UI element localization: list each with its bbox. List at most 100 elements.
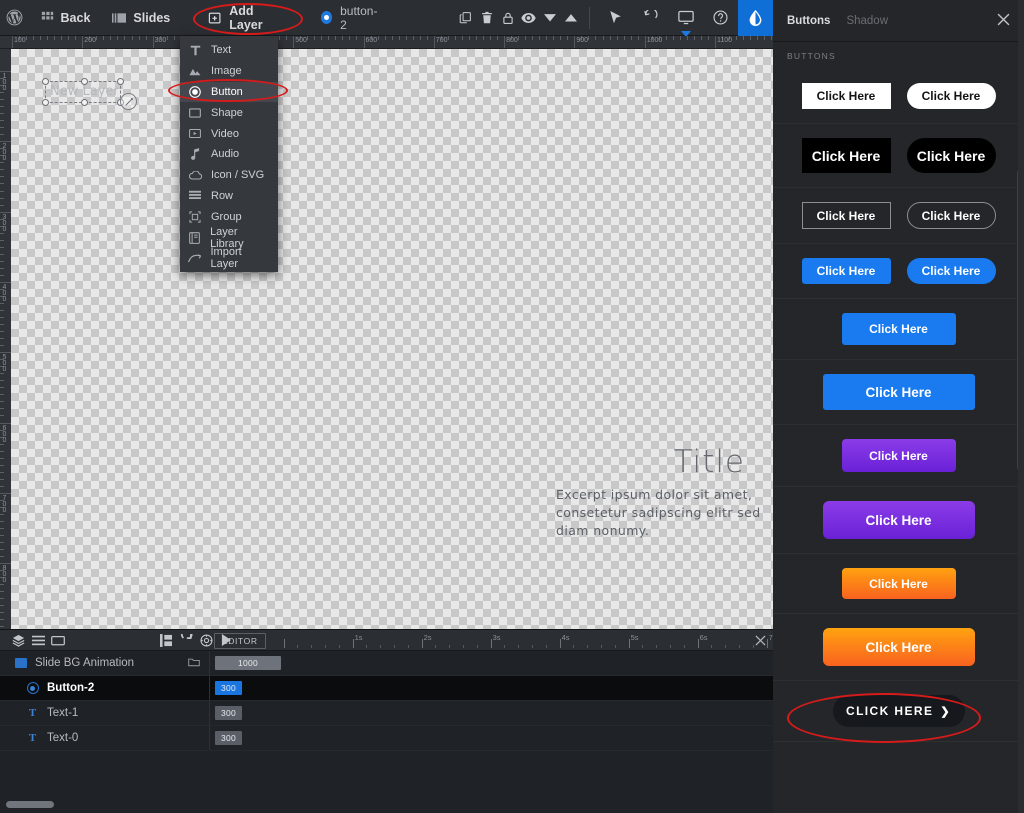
stage-excerpt-text[interactable]: Excerpt ipsum dolor sit amet, consetetur…	[556, 486, 771, 540]
current-layer-chip[interactable]: button-2	[309, 0, 391, 36]
menu-item-video[interactable]: Video	[180, 123, 278, 144]
chevron-down-icon[interactable]	[539, 0, 560, 36]
rotate-handle[interactable]	[120, 93, 137, 110]
timeline-layer-row[interactable]: Button-2 300	[0, 676, 773, 701]
ruler-tick	[0, 317, 4, 319]
cursor-icon[interactable]	[598, 0, 633, 36]
selected-layer-box[interactable]: New Layer	[42, 78, 137, 110]
duplicate-icon[interactable]	[455, 0, 476, 36]
timeline-layer-row[interactable]: Slide BG Animation 1000	[0, 651, 773, 676]
menu-item-import-layer[interactable]: Import Layer	[180, 246, 278, 270]
timeline-layer-row[interactable]: T Text-1 300	[0, 701, 773, 726]
timeline-duration-bar[interactable]: 300	[215, 731, 242, 745]
menu-item-icon-svg[interactable]: Icon / SVG	[180, 165, 278, 186]
layer-name-cell[interactable]: Slide BG Animation	[0, 651, 210, 675]
button-preset[interactable]: Click Here	[822, 628, 975, 666]
canvas-area[interactable]: Title Excerpt ipsum dolor sit amet, cons…	[11, 49, 773, 629]
menu-item-image[interactable]: Image	[180, 61, 278, 82]
layer-name-cell[interactable]: Button-2	[0, 676, 210, 700]
layer-name-cell[interactable]: T Text-1	[0, 701, 210, 725]
folder-icon[interactable]	[48, 630, 68, 651]
grid-icon	[41, 11, 54, 24]
add-layer-button[interactable]: Add Layer	[197, 0, 286, 36]
button-preset[interactable]: Click Here	[841, 439, 956, 472]
folder-icon[interactable]	[188, 657, 200, 670]
ruler-tick	[173, 36, 175, 40]
button-preset[interactable]: Click Here	[801, 138, 891, 173]
menu-item-layer-library[interactable]: Layer Library	[180, 226, 278, 250]
slides-button[interactable]: Slides	[101, 0, 181, 36]
eye-icon[interactable]	[518, 0, 539, 36]
resize-handle-bc[interactable]	[80, 99, 88, 106]
timeline-scale[interactable]: 1s2s3s4s5s6s7s	[274, 630, 782, 651]
menu-item-text[interactable]: Text	[180, 40, 278, 61]
ruler-tick	[419, 36, 421, 40]
back-button[interactable]: Back	[30, 0, 102, 36]
list-icon[interactable]	[28, 630, 48, 651]
button-preset[interactable]: Click Here	[906, 258, 996, 284]
ruler-tick	[700, 36, 702, 40]
filmstrip-icon[interactable]	[156, 630, 176, 651]
menu-item-button[interactable]: Button	[180, 81, 278, 103]
undo-icon[interactable]	[633, 0, 668, 36]
timeline-track[interactable]: 300	[210, 676, 773, 700]
menu-item-row[interactable]: Row	[180, 186, 278, 207]
button-preset[interactable]: Click Here	[822, 501, 975, 539]
button-preset[interactable]: Click Here	[906, 138, 996, 173]
resize-handle-tl[interactable]	[42, 78, 49, 85]
help-icon[interactable]	[703, 0, 738, 36]
ruler-tick	[0, 281, 11, 283]
button-preset[interactable]: Click Here	[801, 202, 891, 229]
menu-item-audio[interactable]: Audio	[180, 144, 278, 165]
ruler-tick	[96, 36, 98, 40]
button-preset[interactable]: Click Here	[906, 202, 996, 229]
lock-icon[interactable]	[497, 0, 518, 36]
trash-icon[interactable]	[476, 0, 497, 36]
canvas-stage[interactable]: Title Excerpt ipsum dolor sit amet, cons…	[11, 49, 773, 629]
close-icon[interactable]	[997, 13, 1010, 29]
button-preset[interactable]: CLICK HERE ❯	[832, 695, 965, 727]
ruler-tick	[321, 36, 323, 40]
add-layer-dropdown[interactable]: Text Image Button Shape Video Audio Icon / SVG…	[180, 36, 278, 272]
button-preset[interactable]: Click Here	[841, 313, 956, 345]
close-icon[interactable]	[753, 633, 767, 647]
layers-icon[interactable]	[8, 630, 28, 651]
menu-item-group[interactable]: Group	[180, 206, 278, 227]
ruler-tick	[0, 450, 4, 452]
stage-title-text[interactable]: Title	[674, 444, 745, 480]
tab-shadow[interactable]: Shadow	[846, 15, 888, 27]
button-preset[interactable]: Click Here	[822, 374, 975, 410]
timeline-layer-row[interactable]: T Text-0 300	[0, 726, 773, 751]
resize-handle-tc[interactable]	[80, 78, 88, 85]
button-preset[interactable]: Click Here	[801, 258, 891, 284]
timeline-track[interactable]: 1000	[210, 651, 773, 675]
preview-icon[interactable]	[668, 0, 703, 36]
button-preset[interactable]: Click Here	[841, 568, 956, 599]
loop-icon[interactable]	[176, 630, 196, 651]
ruler-label: 200	[84, 37, 96, 44]
layer-name-cell[interactable]: T Text-0	[0, 726, 210, 750]
tab-buttons[interactable]: Buttons	[787, 15, 830, 27]
menu-item-shape[interactable]: Shape	[180, 102, 278, 123]
button-preset[interactable]: Click Here	[801, 83, 891, 109]
ruler-label: 100	[1, 73, 8, 91]
ruler-tick	[33, 36, 35, 40]
resize-handle-tr[interactable]	[117, 78, 124, 85]
timeline-duration-bar[interactable]: 300	[215, 706, 242, 720]
timeline-duration-bar[interactable]: 300	[215, 681, 242, 695]
editor-badge[interactable]: EDITOR	[214, 632, 266, 649]
video-icon	[188, 128, 202, 139]
contrast-icon[interactable]	[738, 0, 773, 36]
timeline-horizontal-scrollbar[interactable]	[6, 801, 54, 808]
timeline-tick	[352, 639, 354, 648]
button-preset[interactable]: Click Here	[906, 83, 996, 109]
ruler-tick	[0, 422, 11, 424]
chevron-up-icon[interactable]	[560, 0, 581, 36]
resize-handle-bl[interactable]	[42, 99, 49, 106]
timeline-track[interactable]: 300	[210, 726, 773, 750]
wordpress-icon[interactable]	[0, 0, 30, 36]
ruler-tick	[0, 310, 4, 312]
timeline-duration-bar[interactable]: 1000	[215, 656, 281, 670]
timeline-track[interactable]: 300	[210, 701, 773, 725]
button-preset-row: Click Here	[773, 554, 1024, 614]
